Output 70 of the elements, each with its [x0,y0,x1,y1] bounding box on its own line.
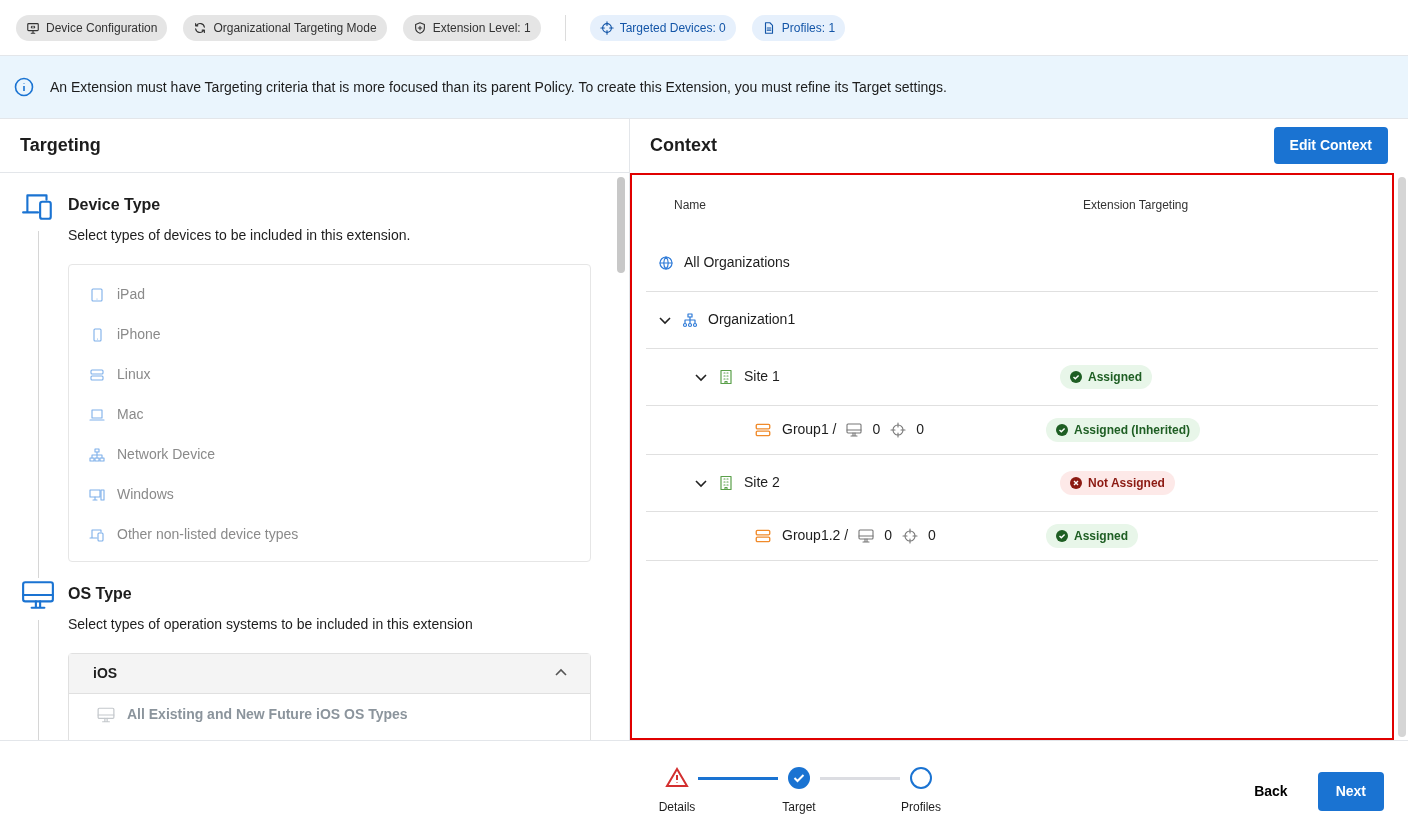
banner-text: An Extension must have Targeting criteria that is more focused than its parent Policy. To create this Extension, you must refine its Target settings. [50,77,947,97]
crosshair-icon [890,421,907,438]
building-icon [718,474,734,491]
device-type-item[interactable]: Network Device [69,434,590,475]
monitor-icon [26,20,40,35]
device-count: 0 [872,420,881,440]
network-icon [89,446,105,463]
section-description: Select types of operation systems to be included in this extension [68,614,474,634]
shield-icon [412,20,427,35]
tree-item-name[interactable]: All Organizations [684,252,790,274]
tree-item-name[interactable]: Site 1 [744,366,780,388]
check-icon [1070,370,1082,383]
info-chip: Organizational Targeting Mode [183,14,387,41]
device-type-item[interactable]: iPhone [69,314,590,355]
status-badge: Assigned [1060,364,1152,389]
devices-icon [89,526,105,543]
scrollbar[interactable] [1398,177,1406,737]
tablet-icon [89,286,105,303]
monitor-icon [846,421,863,438]
status-badge: Assigned [1046,523,1138,548]
next-button[interactable]: Next [1317,771,1384,811]
step-circle-icon [909,766,933,790]
device-type-item[interactable]: Mac [69,394,590,435]
error-icon [1070,476,1082,489]
column-header: Name [674,196,707,214]
section-title: Device Type [68,194,162,215]
check-icon [1056,529,1068,542]
building-icon [718,368,734,385]
panel-title: Context [650,134,717,158]
target-count: 0 [927,526,936,546]
monitor-icon [858,527,875,544]
crosshair-icon [599,20,614,35]
crosshair-icon [901,527,918,544]
status-badge: Assigned (Inherited) [1046,417,1200,442]
target-count: 0 [916,420,925,440]
device-type-item[interactable]: Other non-listed device types [69,514,590,555]
info-icon [14,77,34,97]
column-header: Extension Targeting [1083,196,1189,214]
monitor-icon [97,705,115,724]
check-icon [1056,423,1068,436]
info-chip: Targeted Devices: 0 [589,14,736,41]
panel-title: Targeting [20,133,101,157]
hierarchy-icon [682,311,698,328]
section-title: OS Type [68,583,133,604]
step-label[interactable]: Details [658,798,696,816]
tree-item-name[interactable]: Site 2 [744,472,780,494]
step-label[interactable]: Target [782,798,816,816]
back-button[interactable]: Back [1240,772,1302,810]
server-icon [89,366,105,383]
scrollbar[interactable] [617,176,625,273]
tree-item-name[interactable]: Group1 / [782,419,837,441]
edit-context-button[interactable]: Edit Context [1273,127,1388,165]
section-description: Select types of devices to be included in this extension. [68,225,412,245]
step-label[interactable]: Profiles [901,798,941,816]
device-type-item[interactable]: Linux [69,354,590,395]
accordion-header[interactable]: iOS [69,653,590,694]
computer-icon [89,486,105,503]
check-icon [787,766,811,790]
refresh-icon [193,20,208,35]
globe-icon [658,254,674,271]
warning-icon [665,766,689,790]
info-chip: Device Configuration [16,14,168,41]
status-badge: Not Assigned [1060,470,1175,495]
tree-item-name[interactable]: Group1.2 / [782,525,849,547]
device-type-item[interactable]: Windows [69,474,590,515]
device-count: 0 [884,526,892,546]
info-chip: Profiles: 1 [751,14,846,41]
tree-item-name[interactable]: Organization1 [708,309,796,331]
info-chip: Extension Level: 1 [402,14,541,41]
laptop-icon [89,406,105,423]
